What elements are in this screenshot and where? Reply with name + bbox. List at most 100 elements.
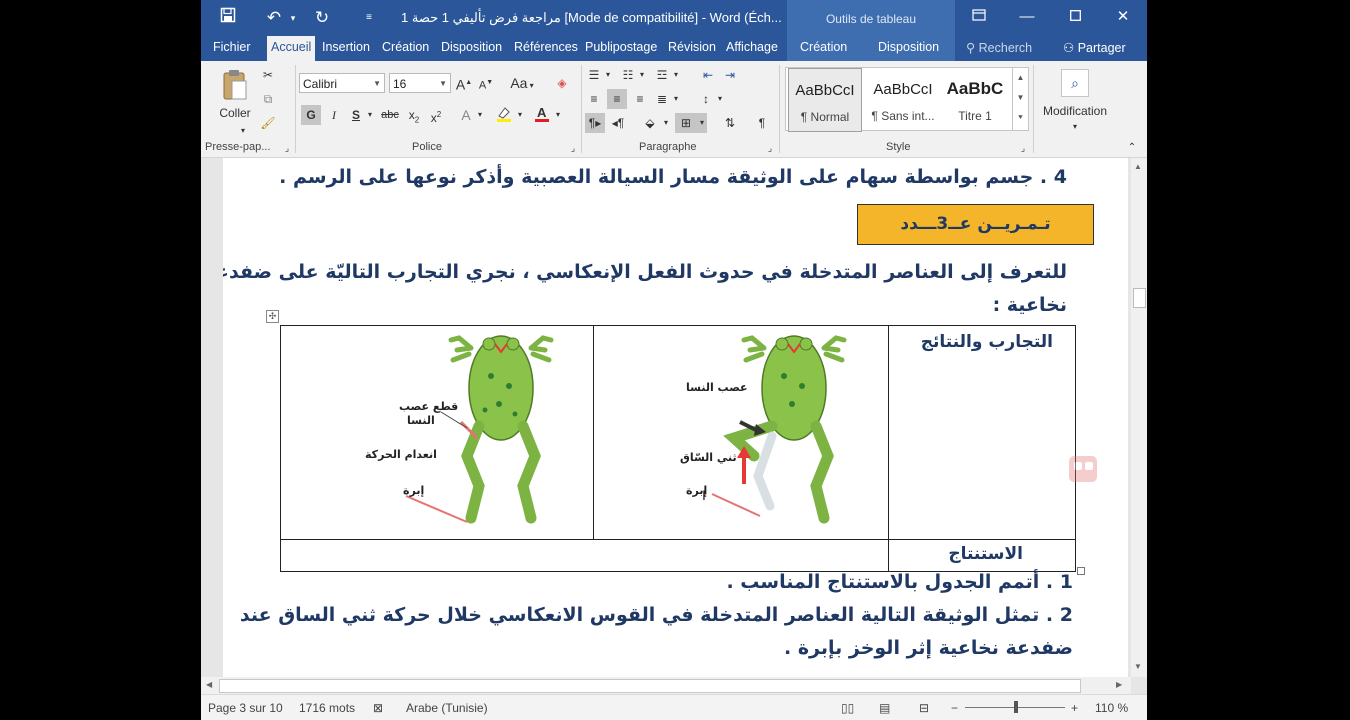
page-count[interactable]: Page 3 sur 10 [208, 701, 283, 715]
tab-table-design[interactable]: Création [800, 40, 847, 54]
scroll-up-icon[interactable]: ▲ [1134, 162, 1142, 171]
redo-icon[interactable]: ↻ [311, 6, 333, 30]
subscript-button[interactable]: x2 [405, 105, 423, 125]
numbering-dropdown-icon[interactable]: ▾ [637, 65, 647, 85]
horizontal-scrollbar[interactable]: ◀ ▶ [201, 677, 1131, 694]
chevron-up-icon[interactable]: ▲ [1013, 68, 1028, 88]
borders-dropdown-icon[interactable]: ▾ [697, 113, 707, 133]
bullets-dropdown-icon[interactable]: ▾ [603, 65, 613, 85]
font-launcher-icon[interactable]: ⌟ [567, 141, 579, 155]
shrink-font-icon[interactable]: A▼ [477, 73, 495, 93]
ribbon-display-icon[interactable] [964, 6, 994, 28]
shading-icon[interactable]: ⬙ [639, 113, 661, 133]
language-status[interactable]: Arabe (Tunisie) [406, 701, 488, 715]
tab-file[interactable]: Fichier [213, 40, 251, 54]
tell-me-search[interactable]: ⚲ Recherch [966, 40, 1032, 55]
align-right-icon[interactable]: ≡ [631, 89, 649, 109]
styles-scroll[interactable]: ▲ ▼ ⯆ [1012, 68, 1028, 130]
horizontal-scroll-thumb[interactable] [219, 679, 1081, 693]
table-resize-handle[interactable] [1077, 567, 1085, 575]
highlight-dropdown-icon[interactable]: ▾ [515, 105, 525, 125]
text-effects-icon[interactable]: A [457, 105, 475, 125]
proofing-icon[interactable]: ⊠ [373, 701, 383, 715]
style-launcher-icon[interactable]: ⌟ [1017, 141, 1029, 155]
chevron-down-icon[interactable]: ▼ [1013, 88, 1028, 108]
save-icon[interactable] [217, 6, 239, 30]
line-spacing-icon[interactable]: ↕ [697, 89, 715, 109]
frog-cut-nerve-cell[interactable]: قطع عصب النسا انعدام الحركة إبرة [280, 325, 594, 540]
text-effects-dropdown-icon[interactable]: ▾ [475, 105, 485, 125]
editing-dropdown-icon[interactable]: ▾ [1065, 117, 1085, 137]
scroll-right-icon[interactable]: ▶ [1116, 680, 1122, 689]
align-center-icon[interactable]: ≡ [607, 89, 627, 109]
change-case-button[interactable]: Aa ▾ [505, 73, 539, 93]
undo-icon[interactable]: ↶ [263, 6, 285, 30]
underline-button[interactable]: S [347, 105, 365, 125]
conclusion-value-cell[interactable] [280, 539, 889, 572]
align-left-icon[interactable]: ≡ [585, 89, 603, 109]
zoom-level[interactable]: 110 % [1095, 701, 1128, 715]
close-button[interactable]: ✕ [1108, 6, 1138, 28]
decrease-indent-icon[interactable]: ⇤ [699, 65, 717, 85]
shading-dropdown-icon[interactable]: ▾ [661, 113, 671, 133]
strikethrough-button[interactable]: abc [379, 105, 401, 125]
share-button[interactable]: ⚇ Partager [1063, 40, 1126, 55]
web-layout-icon[interactable]: ⊟ [919, 701, 929, 715]
paste-label[interactable]: Coller [215, 103, 255, 123]
tab-layout[interactable]: Disposition [441, 40, 502, 54]
highlight-icon[interactable] [493, 105, 515, 125]
clipboard-launcher-icon[interactable]: ⌟ [281, 141, 293, 155]
tab-design[interactable]: Création [382, 40, 429, 54]
paste-dropdown-icon[interactable]: ▾ [233, 121, 253, 141]
read-mode-icon[interactable]: ▯▯ [841, 701, 854, 715]
tab-mailings[interactable]: Publipostage [585, 40, 657, 54]
font-color-dropdown-icon[interactable]: ▾ [553, 105, 563, 125]
vertical-scroll-thumb[interactable] [1133, 288, 1146, 308]
tab-home[interactable]: Accueil [267, 36, 316, 61]
increase-indent-icon[interactable]: ⇥ [721, 65, 739, 85]
rtl-direction-icon[interactable]: ◂¶ [609, 113, 627, 133]
copy-icon[interactable]: ⧉ [259, 89, 277, 109]
superscript-button[interactable]: x2 [427, 105, 445, 125]
zoom-out-icon[interactable]: − [951, 701, 958, 715]
search-icon[interactable]: ⌕ [1061, 69, 1089, 97]
style-heading-1[interactable]: AaBbC Titre 1 [942, 68, 1008, 130]
sort-icon[interactable]: ⇅ [721, 113, 739, 133]
line-spacing-dropdown-icon[interactable]: ▾ [715, 89, 725, 109]
more-styles-icon[interactable]: ⯆ [1013, 108, 1028, 128]
document-page[interactable]: 4 . جسم بواسطة سهام على الوثيقة مسار الس… [223, 158, 1128, 677]
tab-table-layout[interactable]: Disposition [878, 40, 939, 54]
show-formatting-icon[interactable]: ¶ [753, 113, 771, 133]
numbering-icon[interactable]: ☷ [619, 65, 637, 85]
italic-button[interactable]: I [325, 105, 343, 125]
zoom-in-icon[interactable]: + [1071, 701, 1078, 715]
undo-dropdown-icon[interactable]: ▾ [287, 6, 299, 30]
tab-references[interactable]: Références [514, 40, 578, 54]
bold-button[interactable]: G [301, 105, 321, 125]
scroll-down-icon[interactable]: ▼ [1134, 662, 1142, 671]
clear-formatting-icon[interactable]: ◈ [553, 73, 571, 93]
customize-toolbar-icon[interactable]: ≡ [361, 6, 377, 30]
font-name-combo[interactable]: Calibri ▼ [299, 73, 385, 93]
vertical-scrollbar[interactable]: ▲ ▼ [1131, 158, 1147, 677]
collapse-ribbon-icon[interactable]: ⌃ [1125, 141, 1139, 155]
tab-view[interactable]: Affichage [726, 40, 778, 54]
experiments-header-cell[interactable]: التجارب والنتائج [888, 325, 1097, 540]
borders-icon[interactable]: ⊞ [675, 113, 697, 133]
style-normal[interactable]: AaBbCcI ¶ Normal [788, 68, 862, 132]
paragraph-launcher-icon[interactable]: ⌟ [764, 141, 776, 155]
format-painter-icon[interactable]: 🖌 [259, 113, 277, 133]
grow-font-icon[interactable]: A▲ [455, 73, 473, 93]
scroll-left-icon[interactable]: ◀ [206, 680, 212, 689]
tab-review[interactable]: Révision [668, 40, 716, 54]
font-size-combo[interactable]: 16 ▼ [389, 73, 451, 93]
multilevel-list-icon[interactable]: ☲ [653, 65, 671, 85]
print-layout-icon[interactable]: ▤ [879, 701, 890, 715]
zoom-slider-thumb[interactable] [1014, 701, 1018, 713]
cut-icon[interactable]: ✂ [259, 65, 277, 85]
conclusion-header-cell[interactable]: الاستنتاج [888, 539, 1076, 572]
ltr-direction-icon[interactable]: ¶▸ [585, 113, 605, 133]
bullets-icon[interactable]: ☰ [585, 65, 603, 85]
word-count[interactable]: 1716 mots [299, 701, 355, 715]
minimize-button[interactable]: — [1012, 6, 1042, 28]
